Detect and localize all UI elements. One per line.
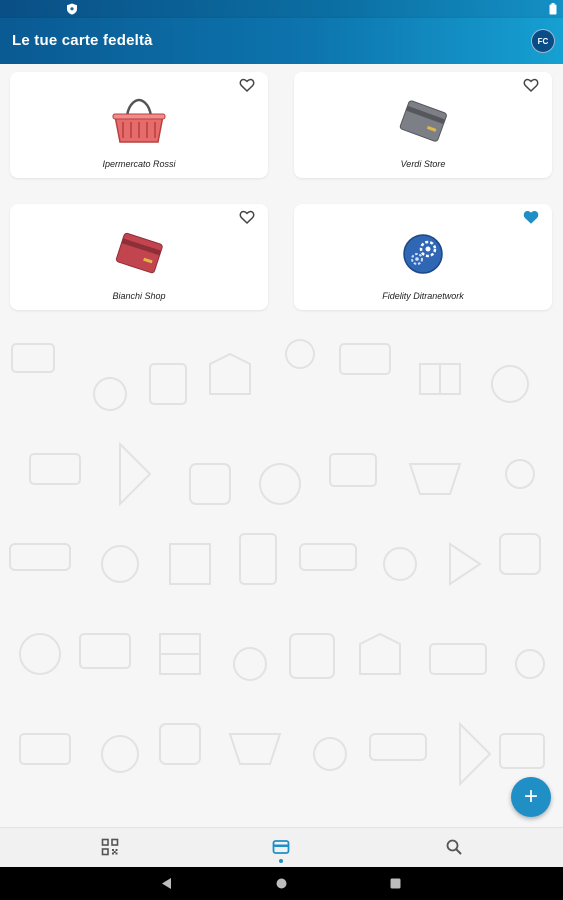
favorite-filled-icon[interactable] [522,208,540,226]
add-card-button[interactable]: + [511,777,551,817]
search-icon[interactable] [445,838,463,856]
system-nav [0,867,563,900]
card-name: Bianchi Shop [112,291,166,301]
card-name: Ipermercato Rossi [102,159,176,169]
card-icon[interactable] [272,838,290,856]
card-name: Fidelity Ditranetwork [382,291,464,301]
gears-logo-icon [403,234,443,274]
qr-code-icon[interactable] [101,838,119,856]
credit-card-red-icon [115,232,163,274]
shield-icon [67,3,77,15]
background-pattern [9,339,545,787]
bottom-nav [0,827,563,868]
favorite-outline-icon[interactable] [522,76,540,94]
cards-area: Ipermercato Rossi Verdi Store Bianchi Sh… [0,64,563,827]
shopping-basket-icon [112,98,166,143]
status-bar [0,0,563,18]
page-title: Le tue carte fedeltà [12,32,153,49]
battery-icon [549,3,557,15]
back-icon[interactable] [160,877,173,890]
loyalty-card[interactable]: Verdi Store [294,72,552,178]
app-bar: Le tue carte fedeltà FC [0,18,563,64]
favorite-outline-icon[interactable] [238,208,256,226]
recents-icon[interactable] [389,877,402,890]
selected-indicator [279,859,283,863]
loyalty-card[interactable]: Bianchi Shop [10,204,268,310]
avatar[interactable]: FC [531,29,555,53]
home-icon[interactable] [275,877,288,890]
loyalty-card[interactable]: Ipermercato Rossi [10,72,268,178]
card-name: Verdi Store [400,159,446,169]
credit-card-gray-icon [399,100,447,142]
loyalty-card[interactable]: Fidelity Ditranetwork [294,204,552,310]
favorite-outline-icon[interactable] [238,76,256,94]
